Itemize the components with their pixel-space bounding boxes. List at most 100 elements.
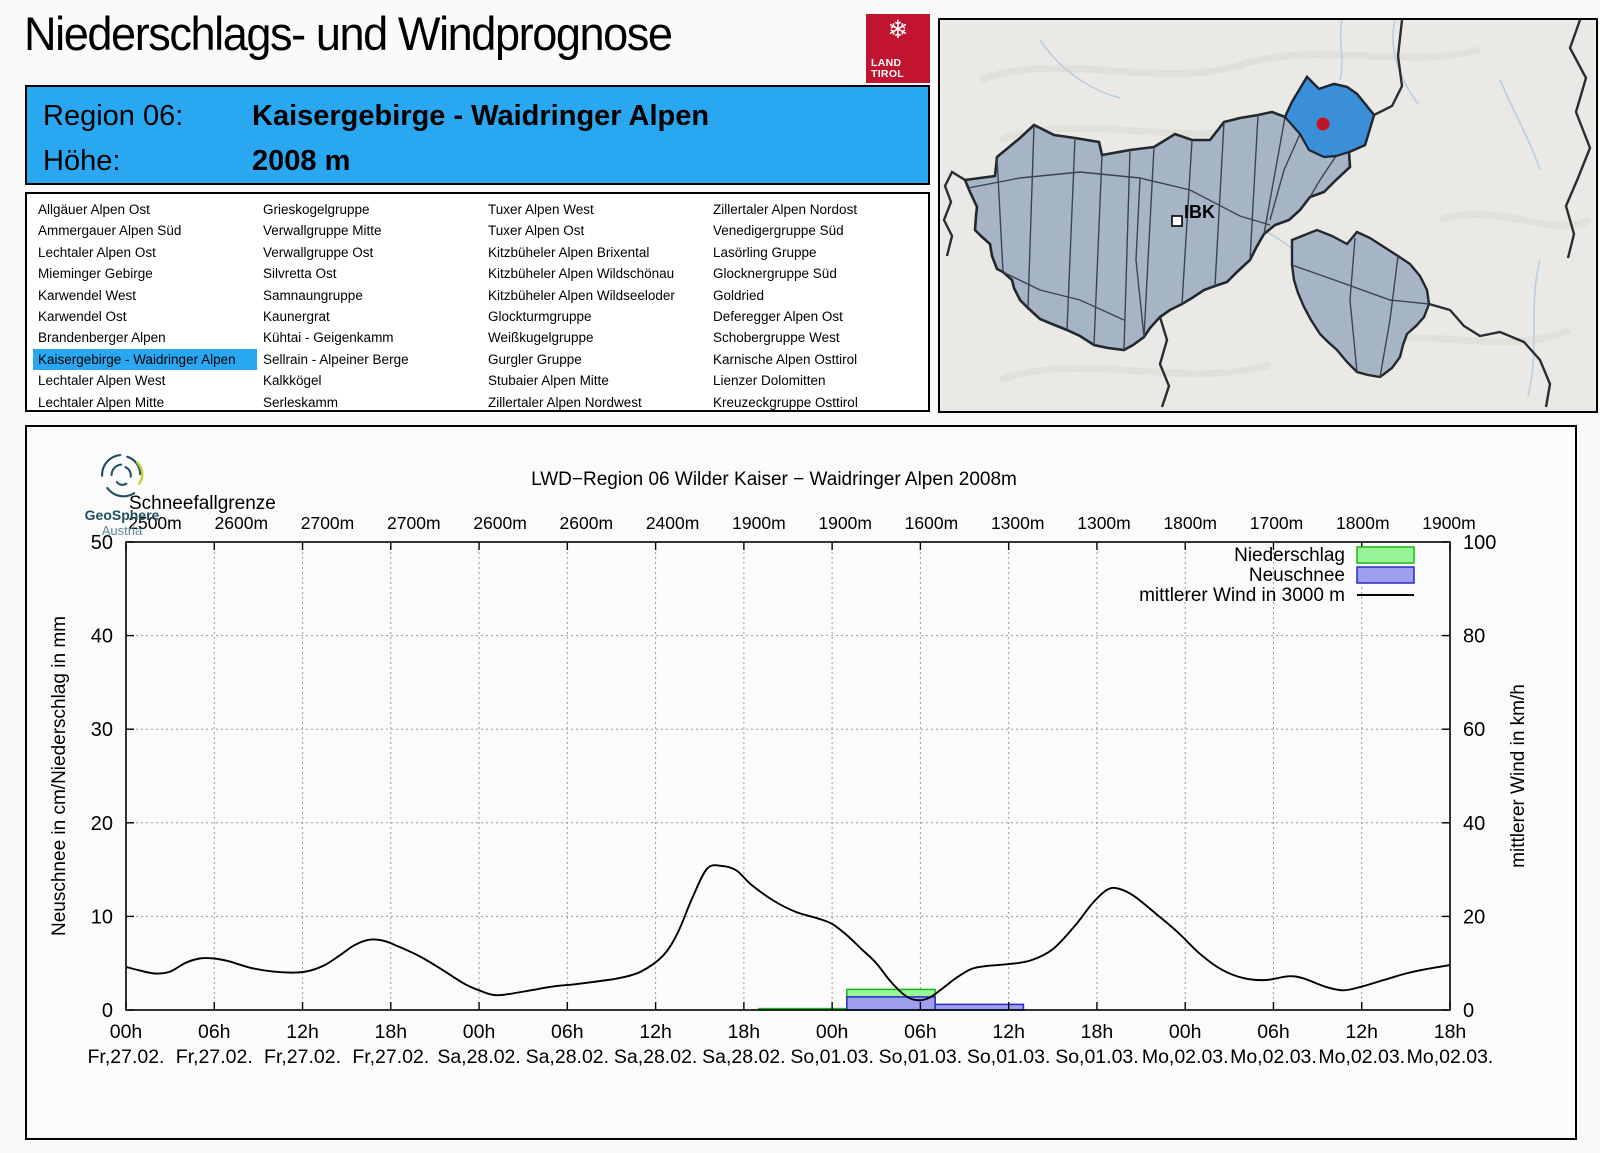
region-list-item[interactable]: Kitzbüheler Alpen Brixental: [483, 242, 707, 263]
region-list-item[interactable]: Zillertaler Alpen Nordwest: [483, 392, 707, 413]
svg-text:Fr,27.02.: Fr,27.02.: [264, 1046, 341, 1068]
svg-text:80: 80: [1463, 626, 1485, 648]
chart-title: LWD−Region 06 Wilder Kaiser − Waidringer…: [531, 469, 1017, 490]
geosphere-swirl-icon: [101, 454, 144, 498]
region-list-item[interactable]: Kühtai - Geigenkamm: [258, 327, 482, 348]
svg-text:40: 40: [1463, 813, 1485, 835]
svg-text:00h: 00h: [816, 1021, 849, 1043]
region-list-item[interactable]: Tuxer Alpen Ost: [483, 220, 707, 241]
region-list-item[interactable]: Lasörling Gruppe: [708, 242, 932, 263]
neuschnee-bar: [934, 1003, 1025, 1011]
svg-text:Sa,28.02.: Sa,28.02.: [702, 1046, 785, 1068]
svg-text:0: 0: [102, 1000, 113, 1022]
region-list-item[interactable]: Stubaier Alpen Mitte: [483, 370, 707, 391]
land-tirol-logo-text: LAND TIROL: [871, 58, 904, 79]
svg-text:10: 10: [91, 906, 113, 928]
region-list-item[interactable]: Verwallgruppe Ost: [258, 242, 482, 263]
region-list-column-4: Zillertaler Alpen Nordost Venedigergruppe…: [708, 199, 932, 413]
region-list-item[interactable]: Weißkugelgruppe: [483, 327, 707, 348]
ibk-label: IBK: [1184, 202, 1215, 222]
region-list-item[interactable]: Kaunergrat: [258, 306, 482, 327]
region-list-item[interactable]: Silvretta Ost: [258, 263, 482, 284]
region-list-item[interactable]: Zillertaler Alpen Nordost: [708, 199, 932, 220]
svg-text:06h: 06h: [198, 1021, 231, 1043]
region-list-item[interactable]: Kitzbüheler Alpen Wildseeloder: [483, 285, 707, 306]
svg-text:06h: 06h: [551, 1021, 584, 1043]
region-list-item[interactable]: Samnaungruppe: [258, 285, 482, 306]
svg-text:So,01.03.: So,01.03.: [967, 1046, 1050, 1068]
region-list-item[interactable]: Kalkkögel: [258, 370, 482, 391]
svg-text:Fr,27.02.: Fr,27.02.: [88, 1046, 165, 1068]
forecast-chart-panel: LWD−Region 06 Wilder Kaiser − Waidringer…: [25, 425, 1577, 1140]
region-list-item[interactable]: Venedigergruppe Süd: [708, 220, 932, 241]
region-list: Allgäuer Alpen Ost Ammergauer Alpen Süd Le…: [25, 192, 930, 412]
region-list-item[interactable]: Mieminger Gebirge: [33, 263, 257, 284]
region-list-item[interactable]: Kitzbüheler Alpen Wildschönau: [483, 263, 707, 284]
svg-text:Fr,27.02.: Fr,27.02.: [176, 1046, 253, 1068]
region-list-item[interactable]: Lechtaler Alpen Ost: [33, 242, 257, 263]
region-list-item[interactable]: Grieskogelgruppe: [258, 199, 482, 220]
svg-text:So,01.03.: So,01.03.: [790, 1046, 873, 1068]
svg-text:12h: 12h: [1345, 1021, 1378, 1043]
svg-text:Mo,02.03.: Mo,02.03.: [1407, 1046, 1494, 1068]
region-list-item[interactable]: Allgäuer Alpen Ost: [33, 199, 257, 220]
region-list-item[interactable]: Deferegger Alpen Ost: [708, 306, 932, 327]
region-list-item[interactable]: Karwendel West: [33, 285, 257, 306]
svg-text:Sa,28.02.: Sa,28.02.: [614, 1046, 697, 1068]
region-list-item[interactable]: Kaisergebirge - Waidringer Alpen: [33, 348, 257, 371]
y-right-axis-label: mittlerer Wind in km/h: [1508, 684, 1529, 868]
snowline-value: 1300m: [991, 513, 1045, 533]
svg-text:18h: 18h: [1081, 1021, 1114, 1043]
tirol-map: IBK: [938, 18, 1598, 413]
svg-text:18h: 18h: [728, 1021, 761, 1043]
y-right-tick-labels: 0 20 40 60 80 100: [1463, 532, 1496, 1022]
region-row: Region 06: Kaisergebirge - Waidringer Alp…: [43, 100, 918, 133]
svg-text:Fr,27.02.: Fr,27.02.: [352, 1046, 429, 1068]
snowline-value: 2400m: [646, 513, 700, 533]
region-list-item[interactable]: Glockturmgruppe: [483, 306, 707, 327]
region-list-item[interactable]: Verwallgruppe Mitte: [258, 220, 482, 241]
region-list-item[interactable]: Ammergauer Alpen Süd: [33, 220, 257, 241]
y-left-tick-labels: 01020304050: [91, 532, 113, 1022]
region-list-item[interactable]: Goldried: [708, 285, 932, 306]
region-list-item[interactable]: Glocknergruppe Süd: [708, 263, 932, 284]
svg-text:So,01.03.: So,01.03.: [879, 1046, 962, 1068]
region-list-item[interactable]: Schobergruppe West: [708, 327, 932, 348]
snowline-value: 2700m: [387, 513, 441, 533]
snowline-value: 1700m: [1250, 513, 1304, 533]
svg-text:00h: 00h: [1169, 1021, 1202, 1043]
svg-text:00h: 00h: [463, 1021, 496, 1043]
region-list-item[interactable]: Gurgler Gruppe: [483, 349, 707, 370]
svg-text:18h: 18h: [375, 1021, 408, 1043]
axis-ticks: [125, 541, 1451, 1011]
logo-line-tirol: TIROL: [871, 67, 904, 80]
region-list-item[interactable]: Lechtaler Alpen West: [33, 370, 257, 391]
region-list-item[interactable]: Kreuzeckgruppe Osttirol: [708, 392, 932, 413]
region-list-item[interactable]: Lechtaler Alpen Mitte: [33, 392, 257, 413]
svg-text:20: 20: [91, 813, 113, 835]
snowline-value: 1900m: [818, 513, 872, 533]
region-list-item[interactable]: Karwendel Ost: [33, 306, 257, 327]
snowline-value: 2600m: [473, 513, 527, 533]
region-list-item[interactable]: Serleskamm: [258, 392, 482, 413]
svg-text:60: 60: [1463, 719, 1485, 741]
region-list-item[interactable]: Lienzer Dolomitten: [708, 370, 932, 391]
y-left-axis-label: Neuschnee in cm/Niederschlag in mm: [49, 616, 70, 936]
region-list-item[interactable]: Tuxer Alpen West: [483, 199, 707, 220]
svg-text:40: 40: [91, 626, 113, 648]
svg-text:Sa,28.02.: Sa,28.02.: [437, 1046, 520, 1068]
legend-label: Niederschlag: [1234, 545, 1345, 566]
snowline-value: 1800m: [1336, 513, 1390, 533]
hoehe-row: Höhe: 2008 m: [43, 145, 918, 178]
svg-text:12h: 12h: [639, 1021, 672, 1043]
region-list-column-2: Grieskogelgruppe Verwallgruppe Mitte Verwa…: [258, 199, 482, 413]
geosphere-country: Austria: [101, 523, 143, 538]
region-list-item[interactable]: Brandenberger Alpen: [33, 327, 257, 348]
svg-text:30: 30: [91, 719, 113, 741]
svg-text:06h: 06h: [904, 1021, 937, 1043]
snowline-value: 2600m: [560, 513, 614, 533]
region-list-item[interactable]: Karnische Alpen Osttirol: [708, 349, 932, 370]
snowline-value: 2600m: [215, 513, 269, 533]
region-list-item[interactable]: Sellrain - Alpeiner Berge: [258, 349, 482, 370]
region-info-box: Region 06: Kaisergebirge - Waidringer Alp…: [25, 85, 930, 185]
